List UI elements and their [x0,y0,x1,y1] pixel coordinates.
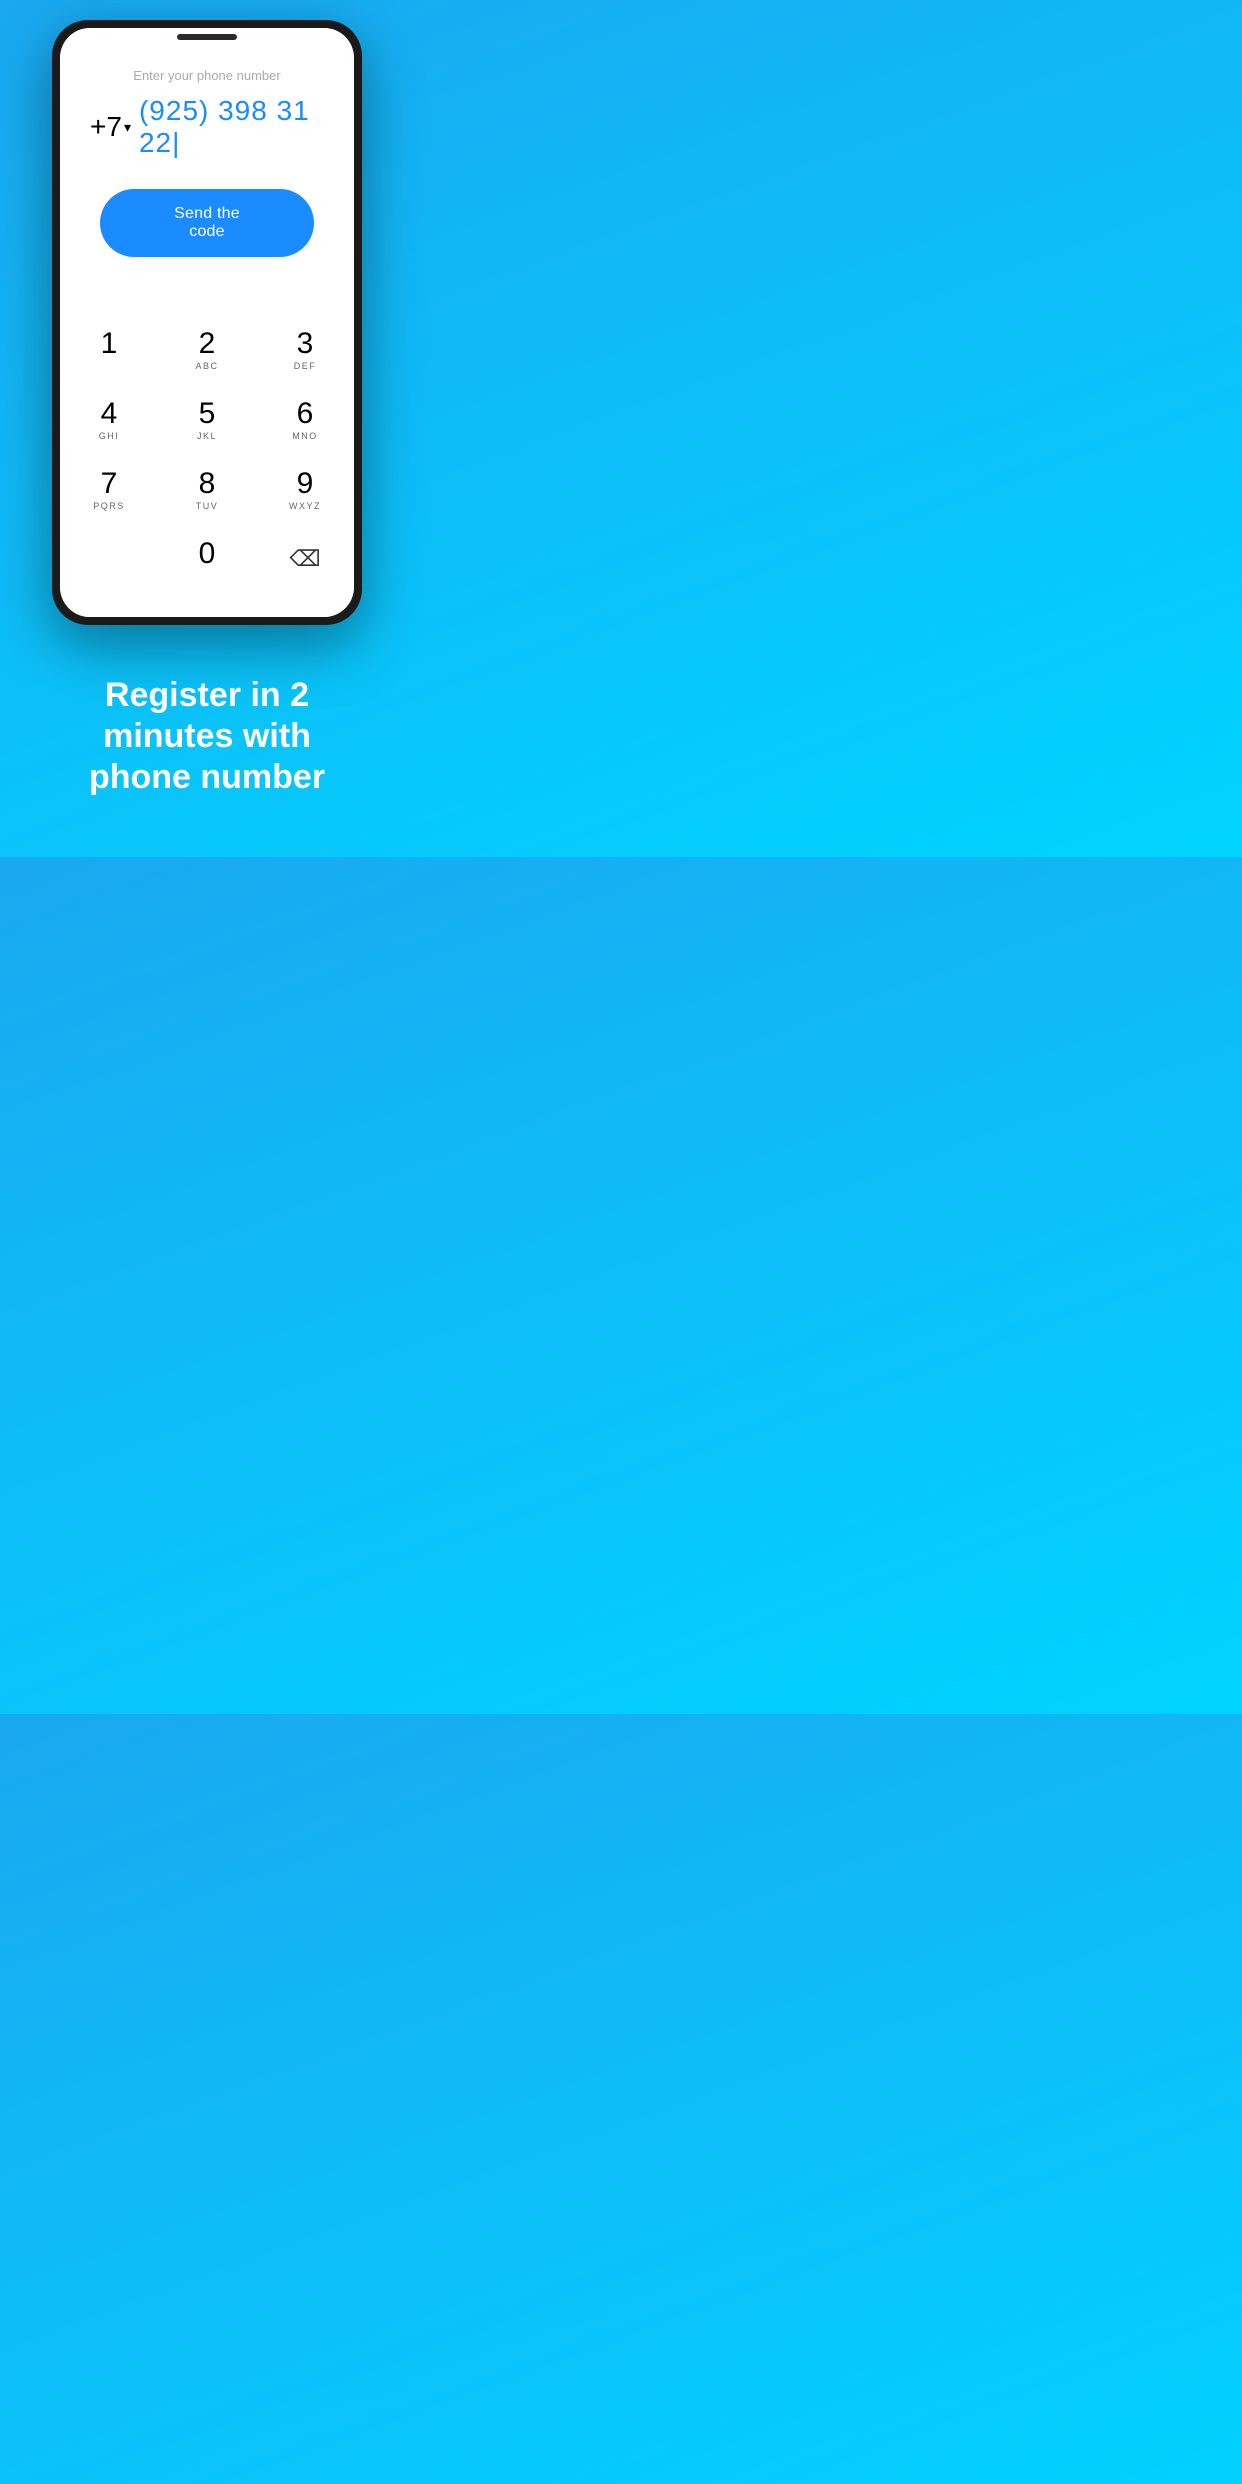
send-code-button[interactable]: Send the code [100,189,314,257]
dialpad-key-7[interactable]: 7 PQRS [69,457,149,521]
dialpad-key-9[interactable]: 9 WXYZ [265,457,345,521]
key-letters-3: DEF [294,361,317,371]
key-number-2: 2 [199,327,216,360]
phone-screen: Enter your phone number +7 ▾ (925) 398 3… [60,28,354,617]
key-number-3: 3 [297,327,314,360]
send-btn-container: Send the code [80,179,334,287]
key-number-0: 0 [199,537,216,570]
country-code-selector[interactable]: +7 ▾ [90,111,131,143]
phone-device: Enter your phone number +7 ▾ (925) 398 3… [52,20,362,625]
key-number-9: 9 [297,467,314,500]
phone-label: Enter your phone number [80,68,334,83]
phone-number-display[interactable]: (925) 398 31 22| [139,95,324,159]
dialpad-row-4: 0 ⌫ [60,527,354,591]
key-number-7: 7 [101,467,118,500]
dialpad-key-8[interactable]: 8 TUV [167,457,247,521]
key-number-6: 6 [297,397,314,430]
dialpad-key-2[interactable]: 2 ABC [167,317,247,381]
key-letters-7: PQRS [93,501,125,511]
phone-wrapper: Enter your phone number +7 ▾ (925) 398 3… [0,0,414,625]
key-number-4: 4 [101,397,118,430]
key-letters-6: MNO [292,431,318,441]
key-letters-9: WXYZ [289,501,321,511]
dialpad-key-4[interactable]: 4 GHI [69,387,149,451]
dropdown-arrow-icon: ▾ [124,119,131,136]
phone-input-row: +7 ▾ (925) 398 31 22| [80,95,334,159]
dialpad-key-1[interactable]: 1 [69,317,149,381]
dialpad-row-2: 4 GHI 5 JKL 6 MNO [60,387,354,451]
backspace-icon: ⌫ [289,546,320,572]
key-letters-5: JKL [197,431,217,441]
country-code-value: +7 [90,111,122,143]
dialpad-row-1: 1 2 ABC 3 DEF [60,317,354,381]
screen-top: Enter your phone number +7 ▾ (925) 398 3… [60,28,354,307]
dialpad-key-3[interactable]: 3 DEF [265,317,345,381]
dialpad-key-5[interactable]: 5 JKL [167,387,247,451]
key-number-1: 1 [101,327,118,360]
footer-text-container: Register in 2 minutes with phone number [0,625,414,857]
dialpad-key-6[interactable]: 6 MNO [265,387,345,451]
key-number-5: 5 [199,397,216,430]
dialpad-key-0[interactable]: 0 [167,527,247,591]
dialpad: 1 2 ABC 3 DEF 4 GHI [60,307,354,617]
key-letters-8: TUV [196,501,219,511]
key-letters-4: GHI [99,431,120,441]
key-number-8: 8 [199,467,216,500]
footer-heading: Register in 2 minutes with phone number [60,675,354,797]
key-letters-2: ABC [195,361,218,371]
dialpad-backspace-button[interactable]: ⌫ [265,527,345,591]
dialpad-row-3: 7 PQRS 8 TUV 9 WXYZ [60,457,354,521]
